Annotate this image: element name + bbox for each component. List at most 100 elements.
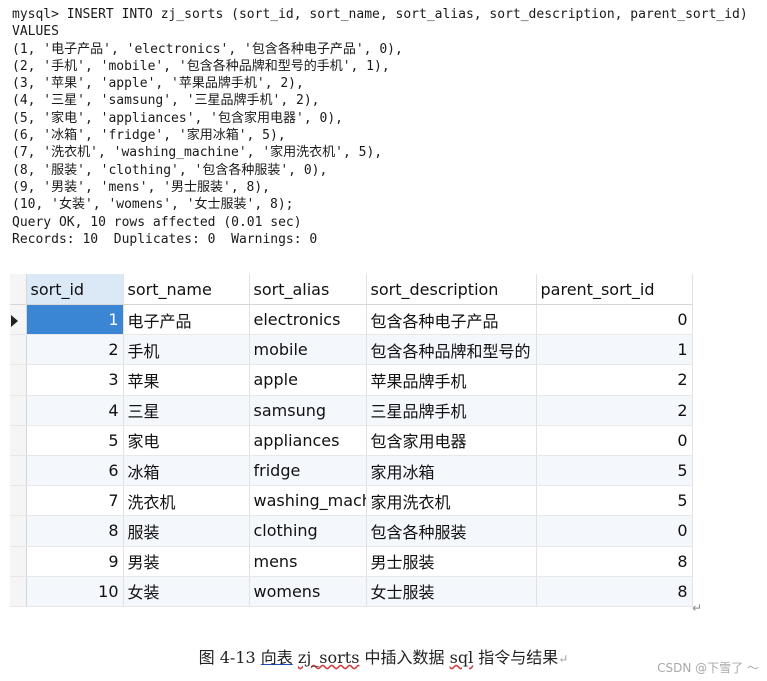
cell-parent-sort-id[interactable]: 5 — [536, 485, 693, 517]
cell-parent-sort-id[interactable]: 2 — [536, 364, 693, 396]
cell-sort-description[interactable]: 包含各种服装 — [366, 515, 537, 547]
cell-parent-sort-id[interactable]: 8 — [536, 576, 693, 607]
cell-sort-name[interactable]: 洗衣机 — [123, 485, 250, 517]
caption-return-mark: ↵ — [558, 652, 569, 666]
caption-prefix: 图 4-13 — [198, 648, 261, 667]
cell-sort-name[interactable]: 服装 — [123, 515, 250, 547]
caption-middle: 中插入数据 — [359, 648, 450, 667]
table-row[interactable]: 6 冰箱 fridge 家用冰箱 5 — [10, 455, 693, 487]
row-selector[interactable] — [10, 395, 27, 426]
cell-sort-name[interactable]: 家电 — [123, 425, 250, 456]
cell-sort-alias[interactable]: clothing — [249, 515, 367, 547]
cell-sort-name[interactable]: 电子产品 — [123, 304, 250, 336]
row-selector[interactable] — [10, 485, 27, 517]
row-selector[interactable] — [10, 334, 27, 366]
cell-sort-description[interactable]: 包含各种品牌和型号的 — [366, 334, 537, 366]
header-row: sort_id sort_name sort_alias sort_descri… — [10, 274, 693, 305]
column-header-sort-name[interactable]: sort_name — [123, 274, 250, 305]
cell-sort-id[interactable]: 4 — [26, 395, 124, 426]
console-line: (3, '苹果', 'apple', '苹果品牌手机', 2), — [12, 76, 304, 92]
cell-sort-alias[interactable]: mobile — [249, 334, 367, 366]
row-selector[interactable] — [10, 304, 27, 336]
result-table: sort_id sort_name sort_alias sort_descri… — [10, 274, 693, 607]
column-header-sort-description[interactable]: sort_description — [366, 274, 537, 305]
cell-sort-alias[interactable]: samsung — [249, 395, 367, 426]
cell-sort-description[interactable]: 男士服装 — [366, 546, 537, 577]
cell-sort-name[interactable]: 三星 — [123, 395, 250, 426]
cell-sort-name[interactable]: 冰箱 — [123, 455, 250, 487]
row-selector[interactable] — [10, 515, 27, 547]
column-header-parent-sort-id[interactable]: parent_sort_id — [536, 274, 693, 305]
table-row[interactable]: 10 女装 womens 女士服装 8 — [10, 576, 693, 607]
column-header-sort-alias[interactable]: sort_alias — [249, 274, 367, 305]
table-row[interactable]: 3 苹果 apple 苹果品牌手机 2 — [10, 364, 693, 396]
console-line: (8, '服装', 'clothing', '包含各种服装', 0), — [12, 162, 328, 178]
cell-sort-alias[interactable]: electronics — [249, 304, 367, 336]
paragraph-mark: ↵ — [692, 601, 703, 615]
cell-sort-alias[interactable]: appliances — [249, 425, 367, 456]
cell-sort-name[interactable]: 手机 — [123, 334, 250, 366]
cell-sort-name[interactable]: 女装 — [123, 576, 250, 607]
figure-caption: 图 4-13 向表 zj_sorts 中插入数据 sql 指令与结果↵ — [0, 644, 767, 668]
cell-sort-id[interactable]: 8 — [26, 515, 124, 547]
table-row[interactable]: 8 服装 clothing 包含各种服装 0 — [10, 515, 693, 547]
row-selector[interactable] — [10, 455, 27, 487]
cell-sort-alias[interactable]: washing_mach — [249, 485, 367, 517]
cell-sort-id[interactable]: 10 — [26, 576, 124, 607]
cell-sort-alias[interactable]: mens — [249, 546, 367, 577]
cell-sort-name[interactable]: 苹果 — [123, 364, 250, 396]
cell-parent-sort-id[interactable]: 1 — [536, 334, 693, 366]
cell-sort-description[interactable]: 三星品牌手机 — [366, 395, 537, 426]
cell-parent-sort-id[interactable]: 8 — [536, 546, 693, 577]
cell-sort-id[interactable]: 7 — [26, 485, 124, 517]
console-line: Records: 10 Duplicates: 0 Warnings: 0 — [12, 231, 318, 247]
console-line: VALUES — [12, 24, 59, 40]
console-line: (2, '手机', 'mobile', '包含各种品牌和型号的手机', 1), — [12, 58, 390, 74]
caption-suffix: 指令与结果 — [473, 648, 559, 667]
cell-sort-description[interactable]: 女士服装 — [366, 576, 537, 607]
cell-sort-description[interactable]: 包含各种电子产品 — [366, 304, 537, 336]
table-row[interactable]: 7 洗衣机 washing_mach 家用洗衣机 5 — [10, 485, 693, 517]
cell-parent-sort-id[interactable]: 2 — [536, 395, 693, 426]
cell-sort-description[interactable]: 家用洗衣机 — [366, 485, 537, 517]
row-header-corner — [10, 274, 27, 305]
grid-body: 1 电子产品 electronics 包含各种电子产品 0 2 手机 mobile 包含各种品牌… — [10, 304, 693, 607]
table-row[interactable]: 9 男装 mens 男士服装 8 — [10, 546, 693, 577]
cell-sort-alias[interactable]: womens — [249, 576, 367, 607]
cell-parent-sort-id[interactable]: 5 — [536, 455, 693, 487]
cell-sort-id[interactable]: 1 — [26, 304, 124, 336]
table-row[interactable]: 2 手机 mobile 包含各种品牌和型号的 1 — [10, 334, 693, 366]
cell-sort-name[interactable]: 男装 — [123, 546, 250, 577]
cell-sort-id[interactable]: 2 — [26, 334, 124, 366]
cell-sort-id[interactable]: 5 — [26, 425, 124, 456]
row-selector[interactable] — [10, 425, 27, 456]
cell-parent-sort-id[interactable]: 0 — [536, 515, 693, 547]
column-header-sort-id[interactable]: sort_id — [26, 274, 124, 305]
console-line: (10, '女装', 'womens', '女士服装', 8); — [12, 197, 294, 213]
cell-sort-id[interactable]: 6 — [26, 455, 124, 487]
cell-sort-description[interactable]: 苹果品牌手机 — [366, 364, 537, 396]
cell-parent-sort-id[interactable]: 0 — [536, 425, 693, 456]
console-line: (4, '三星', 'samsung', '三星品牌手机', 2), — [12, 93, 320, 109]
cell-sort-description[interactable]: 包含家用电器 — [366, 425, 537, 456]
table-row[interactable]: 1 电子产品 electronics 包含各种电子产品 0 — [10, 304, 693, 336]
console-line: mysql> INSERT INTO zj_sorts (sort_id, so… — [12, 7, 748, 22]
row-selector[interactable] — [10, 364, 27, 396]
table-row[interactable]: 4 三星 samsung 三星品牌手机 2 — [10, 395, 693, 426]
console-line: Query OK, 10 rows affected (0.01 sec) — [12, 214, 302, 230]
cell-sort-id[interactable]: 9 — [26, 546, 124, 577]
mysql-console-output: mysql> INSERT INTO zj_sorts (sort_id, so… — [12, 6, 762, 248]
cell-parent-sort-id[interactable]: 0 — [536, 304, 693, 336]
console-line: (6, '冰箱', 'fridge', '家用冰箱', 5), — [12, 128, 286, 144]
row-selector[interactable] — [10, 546, 27, 577]
current-row-arrow-icon — [11, 314, 18, 327]
console-line: (5, '家电', 'appliances', '包含家用电器', 0), — [12, 110, 343, 126]
cell-sort-alias[interactable]: fridge — [249, 455, 367, 487]
table-row[interactable]: 5 家电 appliances 包含家用电器 0 — [10, 425, 693, 456]
caption-underlined-text: 向表 — [260, 648, 293, 667]
cell-sort-description[interactable]: 家用冰箱 — [366, 455, 537, 487]
cell-sort-alias[interactable]: apple — [249, 364, 367, 396]
row-selector[interactable] — [10, 576, 27, 607]
cell-sort-id[interactable]: 3 — [26, 364, 124, 396]
result-grid[interactable]: sort_id sort_name sort_alias sort_descri… — [10, 274, 693, 607]
